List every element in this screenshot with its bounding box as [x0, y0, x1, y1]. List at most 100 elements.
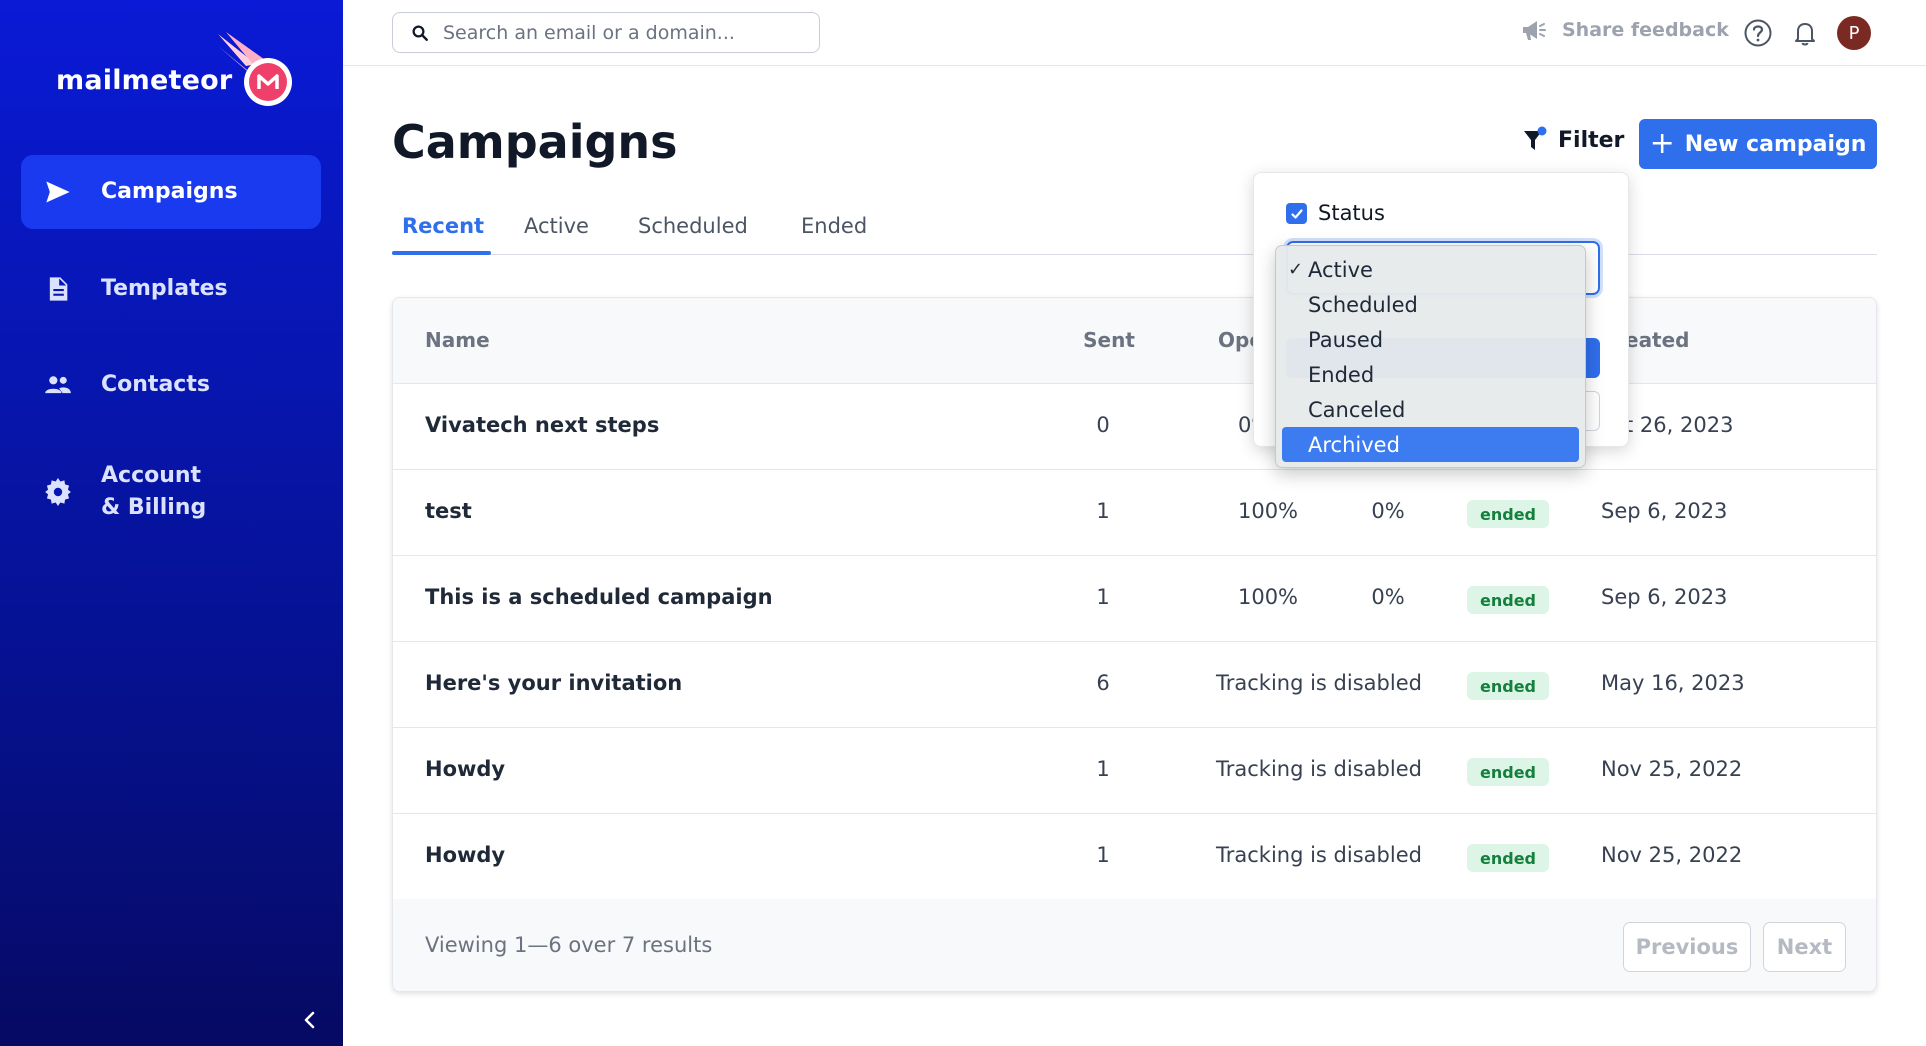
search-input[interactable]: [443, 21, 813, 44]
results-count: Viewing 1—6 over 7 results: [425, 933, 713, 957]
sent-count: 6: [1096, 671, 1110, 695]
sidebar-item-account-billing[interactable]: Account & Billing: [21, 455, 321, 529]
table-row[interactable]: Here's your invitation 6 Tracking is dis…: [393, 642, 1876, 728]
sidebar-item-label: Contacts: [101, 372, 210, 397]
tab-active[interactable]: Active: [524, 214, 589, 238]
click-rate: 0%: [1371, 499, 1405, 523]
sent-count: 1: [1096, 585, 1110, 609]
active-tab-indicator: [392, 251, 491, 255]
top-bar: Share feedback P: [343, 0, 1926, 66]
table-header: Name Sent Ope eated: [393, 298, 1876, 384]
option-label: Canceled: [1308, 397, 1406, 422]
column-header-created[interactable]: eated: [1625, 328, 1690, 352]
search-icon: [412, 25, 428, 41]
users-icon: [43, 370, 73, 400]
sidebar-item-label-line1: Account: [101, 463, 202, 488]
page-title: Campaigns: [392, 115, 678, 169]
sidebar: mailmeteor Campaigns Templates Contacts: [0, 0, 343, 1046]
gear-icon: [43, 477, 73, 507]
campaign-name[interactable]: Howdy: [425, 757, 505, 781]
column-header-name[interactable]: Name: [425, 328, 490, 352]
status-badge: ended: [1467, 844, 1549, 872]
tab-recent[interactable]: Recent: [402, 214, 484, 238]
bell-icon[interactable]: [1790, 18, 1820, 48]
tab-ended[interactable]: Ended: [801, 214, 867, 238]
share-feedback-label: Share feedback: [1562, 19, 1729, 41]
sidebar-item-templates[interactable]: Templates: [21, 252, 321, 326]
sent-count: 1: [1096, 499, 1110, 523]
status-option-paused[interactable]: Paused: [1282, 322, 1579, 357]
next-page-button[interactable]: Next: [1763, 922, 1846, 972]
status-option-canceled[interactable]: Canceled: [1282, 392, 1579, 427]
status-option-archived[interactable]: Archived: [1282, 427, 1579, 462]
table-row[interactable]: This is a scheduled campaign 1 100% 0% e…: [393, 556, 1876, 642]
table-footer: Viewing 1—6 over 7 results Previous Next: [393, 899, 1876, 991]
status-option-active[interactable]: ✓ Active: [1282, 252, 1579, 287]
status-badge: ended: [1467, 758, 1549, 786]
sidebar-item-contacts[interactable]: Contacts: [21, 348, 321, 422]
sidebar-item-label: Templates: [101, 276, 228, 301]
status-badge: ended: [1467, 672, 1549, 700]
filter-icon: [1524, 126, 1547, 150]
campaign-name[interactable]: This is a scheduled campaign: [425, 585, 773, 609]
send-icon: [43, 177, 73, 207]
help-icon[interactable]: [1743, 18, 1773, 48]
tracking-disabled-label: Tracking is disabled: [1216, 843, 1422, 867]
status-dropdown-menu: ✓ Active Scheduled Paused Ended Canceled…: [1275, 245, 1586, 468]
created-date: Nov 25, 2022: [1601, 843, 1743, 867]
document-icon: [43, 274, 73, 304]
brand-logo[interactable]: mailmeteor: [56, 30, 296, 110]
share-feedback-button[interactable]: Share feedback: [1520, 16, 1729, 44]
previous-page-button[interactable]: Previous: [1623, 922, 1751, 972]
filter-label: Filter: [1558, 127, 1625, 153]
check-icon: ✓: [1288, 259, 1304, 280]
new-campaign-button[interactable]: + New campaign: [1639, 119, 1877, 169]
checkmark-icon: [1290, 208, 1303, 219]
sidebar-item-label-line2: & Billing: [101, 495, 207, 520]
search-box[interactable]: [392, 12, 820, 53]
table-row[interactable]: Howdy 1 Tracking is disabled ended Nov 2…: [393, 814, 1876, 900]
table-row[interactable]: Howdy 1 Tracking is disabled ended Nov 2…: [393, 728, 1876, 814]
click-rate: 0%: [1371, 585, 1405, 609]
campaign-name[interactable]: Here's your invitation: [425, 671, 682, 695]
created-date: Sep 6, 2023: [1601, 499, 1728, 523]
chevron-left-icon[interactable]: [298, 1008, 322, 1032]
sidebar-item-label: Campaigns: [101, 179, 238, 204]
sent-count: 1: [1096, 843, 1110, 867]
avatar[interactable]: P: [1837, 16, 1871, 50]
column-header-sent[interactable]: Sent: [1083, 328, 1135, 352]
status-option-scheduled[interactable]: Scheduled: [1282, 287, 1579, 322]
campaign-tabs: Recent Active Scheduled Ended: [392, 210, 1877, 255]
created-date: Sep 6, 2023: [1601, 585, 1728, 609]
brand-name: mailmeteor: [56, 65, 233, 96]
tracking-disabled-label: Tracking is disabled: [1216, 671, 1422, 695]
open-rate: 100%: [1237, 499, 1299, 523]
table-row[interactable]: test 1 100% 0% ended Sep 6, 2023: [393, 470, 1876, 556]
option-label: Active: [1308, 257, 1373, 282]
plus-icon: +: [1649, 126, 1675, 161]
campaign-name[interactable]: test: [425, 499, 472, 523]
status-checkbox[interactable]: [1286, 203, 1307, 224]
open-rate: 100%: [1237, 585, 1299, 609]
sidebar-item-label: Account & Billing: [101, 460, 206, 524]
created-date: May 16, 2023: [1601, 671, 1745, 695]
campaign-name[interactable]: Vivatech next steps: [425, 413, 659, 437]
status-badge: ended: [1467, 500, 1549, 528]
option-label: Paused: [1308, 327, 1384, 352]
option-label: Archived: [1308, 432, 1400, 457]
new-campaign-label: New campaign: [1684, 131, 1867, 157]
filter-button[interactable]: Filter: [1522, 126, 1624, 154]
created-date: Nov 25, 2022: [1601, 757, 1743, 781]
table-row[interactable]: Vivatech next steps 0 0% t 26, 2023: [393, 384, 1876, 470]
campaigns-table: Name Sent Ope eated Vivatech next steps …: [392, 297, 1877, 992]
option-label: Ended: [1308, 362, 1375, 387]
status-filter-label[interactable]: Status: [1318, 201, 1385, 225]
tracking-disabled-label: Tracking is disabled: [1216, 757, 1422, 781]
campaign-name[interactable]: Howdy: [425, 843, 505, 867]
sent-count: 1: [1096, 757, 1110, 781]
status-option-ended[interactable]: Ended: [1282, 357, 1579, 392]
meteor-logo-icon: [218, 32, 292, 106]
sent-count: 0: [1096, 413, 1110, 437]
sidebar-item-campaigns[interactable]: Campaigns: [21, 155, 321, 229]
tab-scheduled[interactable]: Scheduled: [638, 214, 748, 238]
